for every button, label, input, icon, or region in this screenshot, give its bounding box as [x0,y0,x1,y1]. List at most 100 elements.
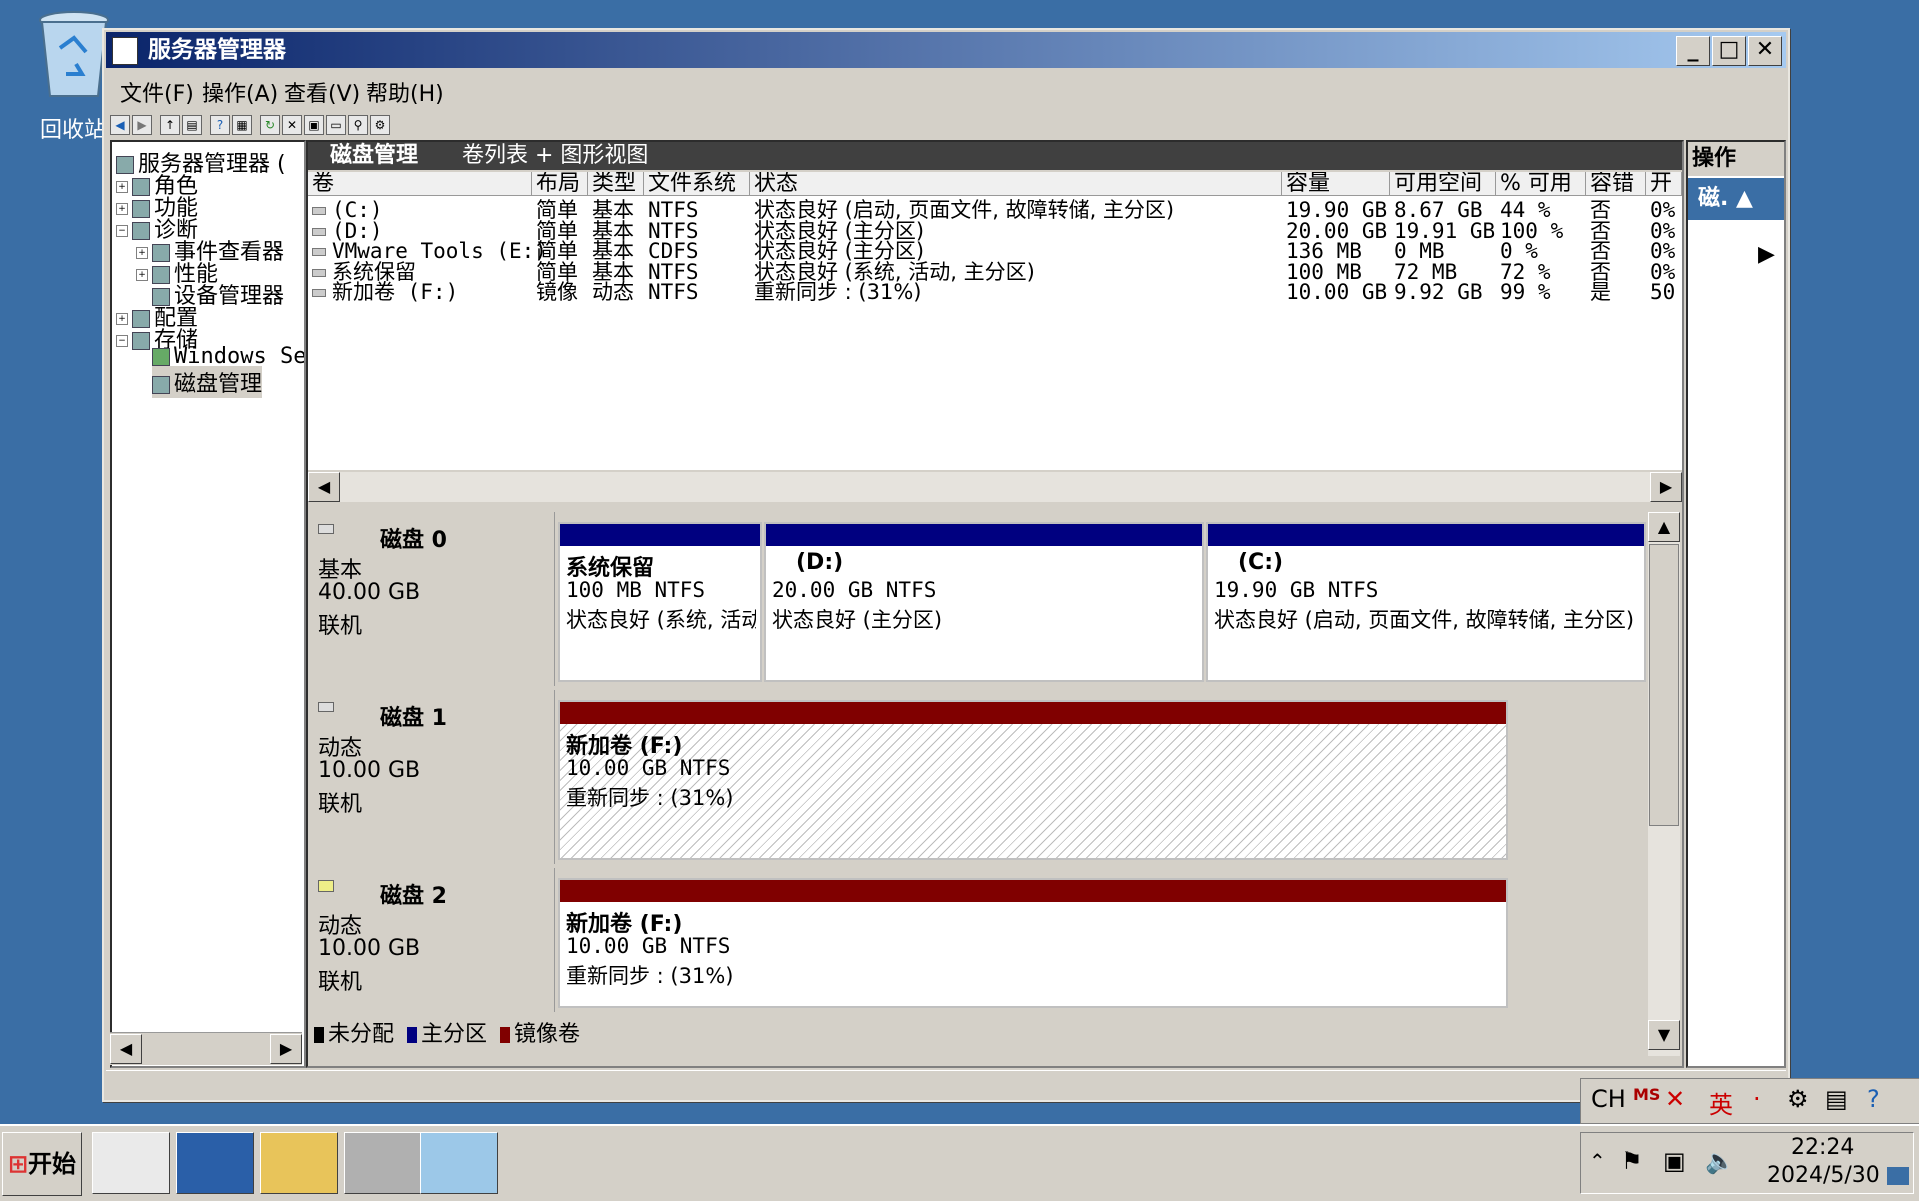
dynamic-disk-icon [318,702,334,712]
partition-d[interactable]: (D:) 20.00 GB NTFS 状态良好 (主分区) [764,522,1204,682]
tree-horizontal-scrollbar[interactable]: ◀ ▶ [110,1032,302,1065]
refresh-icon[interactable]: ↻ [260,115,280,135]
menu-view[interactable]: 查看(V) [284,76,360,108]
back-icon[interactable]: ◀ [110,115,130,135]
column-header[interactable]: 可用空间 [1390,172,1496,196]
properties-icon[interactable]: ▦ [232,115,252,135]
title-bar[interactable]: 服务器管理器 _ □ ✕ [106,32,1786,68]
scroll-right-icon[interactable]: ▶ [1650,472,1682,502]
warning-disk-icon [318,880,334,892]
taskbar-notepad[interactable] [420,1132,498,1194]
scroll-down-icon[interactable]: ▼ [1648,1020,1680,1050]
collapse-up-icon[interactable]: ▲ [1736,186,1753,211]
settings-icon[interactable]: ⚙ [370,115,390,135]
clock-time[interactable]: 22:24 [1791,1135,1854,1160]
english-mode-toggle[interactable]: 英 [1709,1085,1733,1120]
rescan-icon[interactable]: ▣ [304,115,324,135]
taskbar-powershell[interactable] [176,1132,254,1194]
actions-disk-management-item[interactable]: 磁. ▲ [1688,178,1784,220]
column-header[interactable]: 布局 [532,172,588,196]
storage-icon [132,332,150,350]
pane-subtitle: 卷列表 + 图形视图 [462,143,649,168]
ime-settings-icon[interactable]: ⚙ [1787,1085,1809,1113]
open-folder-icon[interactable]: ▭ [326,115,346,135]
scroll-up-icon[interactable]: ▲ [1648,512,1680,542]
partition-system-reserved[interactable]: 系统保留 100 MB NTFS 状态良好 (系统, 活动, 主分区) [558,522,762,682]
partition-c[interactable]: (C:) 19.90 GB NTFS 状态良好 (启动, 页面文件, 故障转储,… [1206,522,1646,682]
taskbar: ⊞开始 ⌃ ⚑ ▣ 🔈 22:24 2024/5/30 [0,1124,1919,1201]
up-folder-icon[interactable]: ↑ [160,115,180,135]
volume-icon [312,289,326,297]
column-header[interactable]: 文件系统 [644,172,750,196]
disk-management-icon [152,376,170,394]
status-bar [106,1070,1786,1103]
show-hidden-icons-icon[interactable]: ⌃ [1589,1149,1606,1173]
delete-icon[interactable]: ✕ [282,115,302,135]
close-button[interactable]: ✕ [1748,36,1782,66]
disk-1-label[interactable]: 磁盘 1 动态 10.00 GB 联机 [308,690,555,864]
pane-header: 磁盘管理 卷列表 + 图形视图 [308,142,1682,170]
start-button[interactable]: ⊞开始 [2,1132,82,1196]
table-cell: NTFS [648,280,699,304]
column-header[interactable]: 状态 [750,172,1282,196]
forward-icon[interactable]: ▶ [132,115,152,135]
legend-swatch-mirror [500,1027,511,1043]
clock-date[interactable]: 2024/5/30 [1767,1163,1880,1188]
volume-muted-icon[interactable]: 🔈 [1705,1147,1735,1175]
show-desktop-icon[interactable] [1887,1167,1909,1185]
partition-f-disk-1[interactable]: 新加卷 (F:) 10.00 GB NTFS 重新同步 : (31%) [558,700,1508,860]
action-center-flag-icon[interactable]: ⚑ [1621,1147,1643,1175]
taskbar-server-manager[interactable] [92,1132,170,1194]
show-hide-tree-icon[interactable]: ▤ [182,115,202,135]
maximize-button[interactable]: □ [1712,36,1746,66]
scroll-left-icon[interactable]: ◀ [308,472,340,502]
disk-view-scrollbar[interactable]: ▲ ▼ [1648,512,1680,1056]
graphical-disk-view: 磁盘 0 基本 40.00 GB 联机 系统保留 100 MB NTFS 状态良… [308,512,1648,1012]
legend-primary: 主分区 [421,1022,488,1047]
column-header[interactable]: % 可用 [1496,172,1586,196]
windows-logo-icon: ⊞ [7,1150,29,1178]
collapse-icon[interactable]: − [116,225,128,237]
menu-file[interactable]: 文件(F) [120,76,194,108]
disk-name: 磁盘 0 [380,528,447,553]
punctuation-icon[interactable]: · [1753,1085,1761,1113]
help-icon[interactable]: ? [210,115,230,135]
help-icon[interactable]: ? [1867,1085,1880,1113]
more-actions-arrow-icon[interactable]: ▶ [1758,242,1775,267]
ime-icon[interactable]: MS [1633,1085,1660,1104]
volume-list-scrollbar[interactable]: ◀ ▶ [308,472,1682,502]
search-icon[interactable]: ⚲ [348,115,368,135]
disk-name: 磁盘 1 [380,706,447,731]
column-header[interactable]: 容量 [1282,172,1390,196]
scroll-left-icon[interactable]: ◀ [110,1034,142,1064]
table-cell: 50 [1650,280,1676,304]
partition-color-bar [560,702,1506,724]
basic-disk-icon [318,524,334,534]
scroll-thumb[interactable] [1649,544,1679,826]
minimize-button[interactable]: _ [1676,36,1710,66]
menu-help[interactable]: 帮助(H) [366,76,444,108]
scroll-right-icon[interactable]: ▶ [270,1034,302,1064]
tree-item-disk-management[interactable]: 磁盘管理 [152,366,263,398]
column-header[interactable]: 类型 [588,172,644,196]
table-cell: 动态 [592,280,634,304]
disk-2-label[interactable]: 磁盘 2 动态 10.00 GB 联机 [308,868,555,1012]
taskbar-admin-tools[interactable] [344,1132,422,1194]
expand-icon[interactable]: + [136,269,148,281]
softkeyboard-icon[interactable]: ▤ [1825,1085,1848,1113]
table-cell: 是 [1590,280,1611,304]
collapse-icon[interactable]: − [116,335,128,347]
network-icon[interactable]: ▣ [1663,1147,1686,1175]
taskbar-explorer[interactable] [260,1132,338,1194]
actions-pane: 操作 磁. ▲ ▶ [1686,140,1786,1068]
language-indicator[interactable]: CH [1591,1085,1626,1113]
column-header[interactable]: 容错 [1586,172,1646,196]
disk-0-label[interactable]: 磁盘 0 基本 40.00 GB 联机 [308,512,555,686]
disk-name: 磁盘 2 [380,884,447,909]
partition-f-disk-2[interactable]: 新加卷 (F:) 10.00 GB NTFS 重新同步 : (31%) [558,878,1508,1008]
disk-size: 10.00 GB [318,936,421,961]
column-header[interactable]: 开 [1646,172,1682,196]
column-header[interactable]: 卷 [308,172,532,196]
menu-action[interactable]: 操作(A) [202,76,278,108]
ime-mode-icon[interactable]: ✕ [1665,1085,1685,1113]
